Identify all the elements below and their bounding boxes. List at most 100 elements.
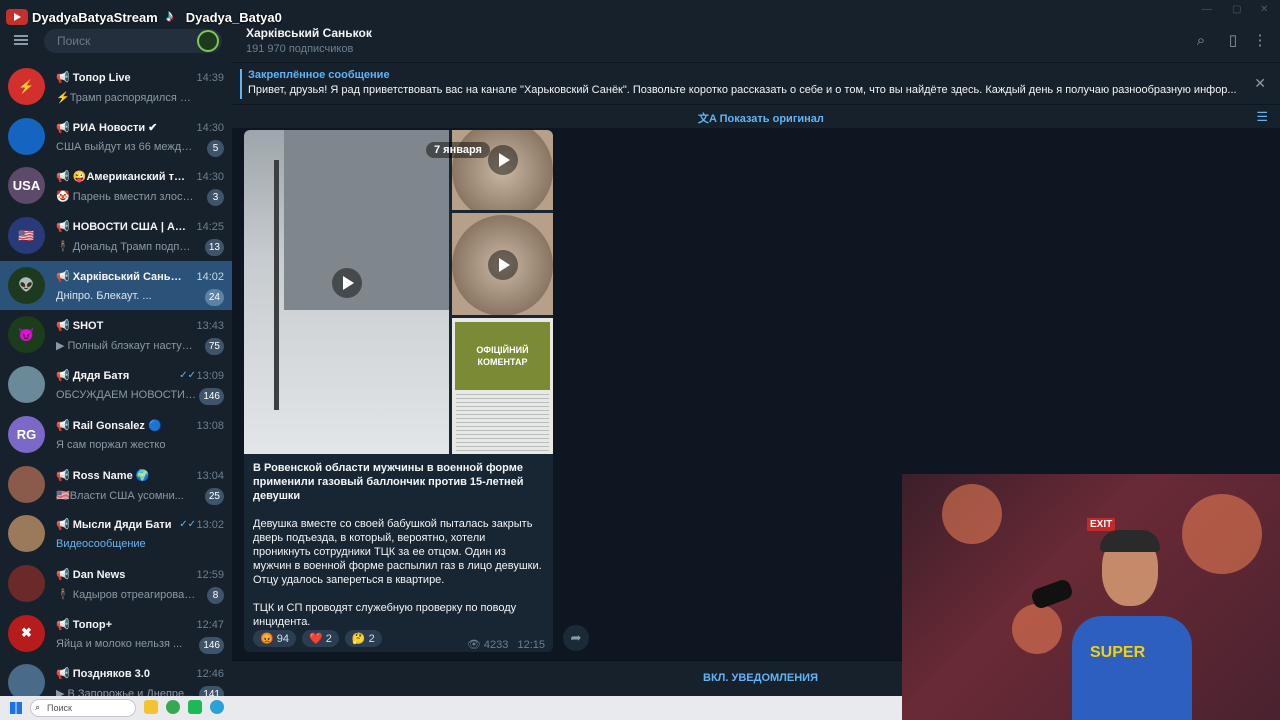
chat-list-item[interactable]: 🇺🇸 📢 НОВОСТИ США | АМЕ... 14:25🕴 Дональд Т… [0,211,232,261]
chat-list-item[interactable]: 📢 РИА Новости ✔ 14:30 США выйдут из 66 меж… [0,112,232,162]
search-placeholder: Поиск [57,34,91,48]
channel-title[interactable]: Харківський Санькок [246,26,372,40]
chat-list-item[interactable]: 📢 Ross Name 🌍 13:04 🇺🇸Власти США усомни...… [0,460,232,510]
video-thumbnail-3[interactable] [452,213,553,315]
post-body-2: ТЦК и СП проводят служебную проверку по … [253,602,517,628]
chat-time: 14:30 [196,171,224,184]
reaction-chip[interactable]: 😡 94 [253,630,297,647]
chat-name-text: Дядя Батя [72,370,130,383]
play-icon[interactable] [488,145,518,175]
chat-list-item[interactable]: 😈 📢 SHOT 13:43 ▶ Полный блэкаут наступ... 75 [0,310,232,360]
building-image [284,130,449,310]
shirt-print: SUPER [1090,644,1146,661]
maximize-icon[interactable]: ▢ [1232,4,1241,15]
reaction-count: 2 [368,633,375,645]
chat-name: 📢 SHOT [56,319,186,332]
windows-start-icon[interactable] [10,702,22,714]
app-icon[interactable] [188,700,202,714]
sidebar-toggle-icon[interactable]: ▯ [1225,33,1241,49]
youtube-channel-name: DyadyaBatyaStream [32,9,158,25]
chat-list-item[interactable]: 👽 📢 Харківський Санькок 14:02 Дніпро. Блека… [0,260,232,311]
reaction-chip[interactable]: 🤔 2 [344,630,382,647]
channel-icon: 📢 [56,221,73,234]
reactions-row: 😡 94 ❤️ 2 🤔 2 [253,630,382,647]
chat-list-item[interactable]: ⚡ 📢 Топор Live 14:39 ⚡Трамп распорядился о … [0,62,232,112]
channel-icon: 📢 [56,469,73,482]
chat-time: 14:25 [196,221,224,234]
chat-name: 📢 Топор Live [56,71,186,84]
telegram-icon[interactable] [210,700,224,714]
post-meta: 👁 4233 12:15 [467,638,545,651]
streamer-shirt [1072,616,1192,720]
chat-name-text: SHOT [72,320,104,333]
chat-preview: Я сам поржал жестко [56,438,166,451]
photo-thumbnail-official[interactable]: ОФІЦІЙНИЙ КОМЕНТАР [452,318,553,454]
unread-badge: 8 [207,586,224,604]
chat-header: Харківський Санькок 191 970 подписчиков … [232,0,1280,62]
show-original-button[interactable]: 文A Показать оригинал [698,110,824,126]
stream-overlay: DyadyaBatyaStream ♪ Dyadya_Batya0 [6,8,282,26]
taskbar-search[interactable]: ⌕ Поиск [30,699,136,717]
chat-list-item[interactable]: 📢 Мысли Дяди Бати ✓✓ 13:02 Видеосообщение [0,509,232,559]
channel-icon: 📢 [56,72,73,84]
chat-name: 📢 НОВОСТИ США | АМЕ... [56,220,186,233]
document-text-image [456,394,549,452]
close-window-icon[interactable]: ✕ [1260,4,1268,15]
stories-avatar[interactable] [197,30,219,52]
chat-name-text: РИА Новости ✔ [72,121,158,134]
chat-list-item[interactable]: ✖ 📢 Топор+ 12:47 Яйца и молоко нельзя ... 14… [0,609,232,659]
chat-name: 📢 😜Американский тре... [56,170,186,183]
chat-list-item[interactable]: 📢 Dan News 12:59 🕴 Кадыров отреагировал ..… [0,559,232,609]
translate-settings-icon[interactable]: ☰ [1256,109,1268,125]
reaction-count: 2 [325,633,332,645]
chat-preview: США выйдут из 66 междуна... [56,140,196,153]
chat-name: 📢 Rail Gonsalez 🔵 [56,419,186,432]
reaction-emoji: 😡 [260,633,274,645]
chat-avatar: USA [8,167,45,205]
search-input[interactable]: Поиск [44,29,222,53]
chat-time: 13:09 [196,370,224,383]
pole-image [274,160,279,410]
webcam-overlay: EXIT SUPER [902,474,1280,720]
close-icon[interactable]: ✕ [1254,75,1266,92]
share-icon[interactable]: ➦ [563,625,589,651]
chat-name: 📢 Мысли Дяди Бати [56,518,186,531]
minimize-icon[interactable]: — [1202,4,1212,15]
chat-name: 📢 Поздняков 3.0 [56,667,186,680]
channel-icon: 📢 [56,568,73,581]
chat-list: ⚡ 📢 Топор Live 14:39 ⚡Трамп распорядился о … [0,62,232,708]
play-icon[interactable] [332,268,362,298]
channel-icon: 📢 [56,668,73,681]
chat-avatar [8,515,45,553]
unread-badge: 25 [204,487,224,505]
chat-avatar: 👽 [8,266,45,304]
more-options-icon[interactable]: ⋮ [1252,33,1268,49]
date-badge: 7 января [426,142,490,158]
chat-time: 12:46 [196,668,224,681]
channel-icon: 📢 [56,519,73,532]
chat-name: 📢 Харківський Санькок [56,270,186,283]
eye-icon: 👁 [466,639,484,651]
subscriber-count: 191 970 подписчиков [246,43,354,55]
chat-list-item[interactable]: RG 📢 Rail Gonsalez 🔵 13:08 Я сам поржал жес… [0,410,232,460]
reaction-chip[interactable]: ❤️ 2 [302,630,339,647]
video-thumbnail-main[interactable] [244,130,449,454]
tiktok-channel-name: Dyadya_Batya0 [185,9,282,25]
pinned-message-bar[interactable]: Закреплённое сообщение Привет, друзья! Я… [232,62,1280,104]
play-icon[interactable] [488,250,518,280]
tiktok-icon: ♪ [165,8,174,25]
chat-list-item[interactable]: 📢 Дядя Батя✓✓13:09ОБСУЖДАЕМ НОВОСТИ В ПР… [0,360,232,410]
chat-list-item[interactable]: USA 📢 😜Американский тре... 14:30 🤡 Парень в… [0,161,232,211]
enable-notifications-button[interactable]: ВКЛ. УВЕДОМЛЕНИЯ [703,672,818,684]
search-icon[interactable]: ⌕ [1193,33,1209,49]
official-comment-label: ОФІЦІЙНИЙ КОМЕНТАР [476,345,529,367]
file-explorer-icon[interactable] [144,700,158,714]
view-count: 4233 [483,639,509,651]
chrome-icon[interactable] [166,700,180,714]
chat-name: 📢 Дядя Батя [56,369,186,382]
chat-time: 14:39 [196,72,224,84]
chat-name: 📢 Топор+ [56,618,186,631]
unread-badge: 24 [204,288,224,306]
hamburger-menu-icon[interactable] [14,35,28,45]
chat-avatar: 🇺🇸 [8,217,45,255]
